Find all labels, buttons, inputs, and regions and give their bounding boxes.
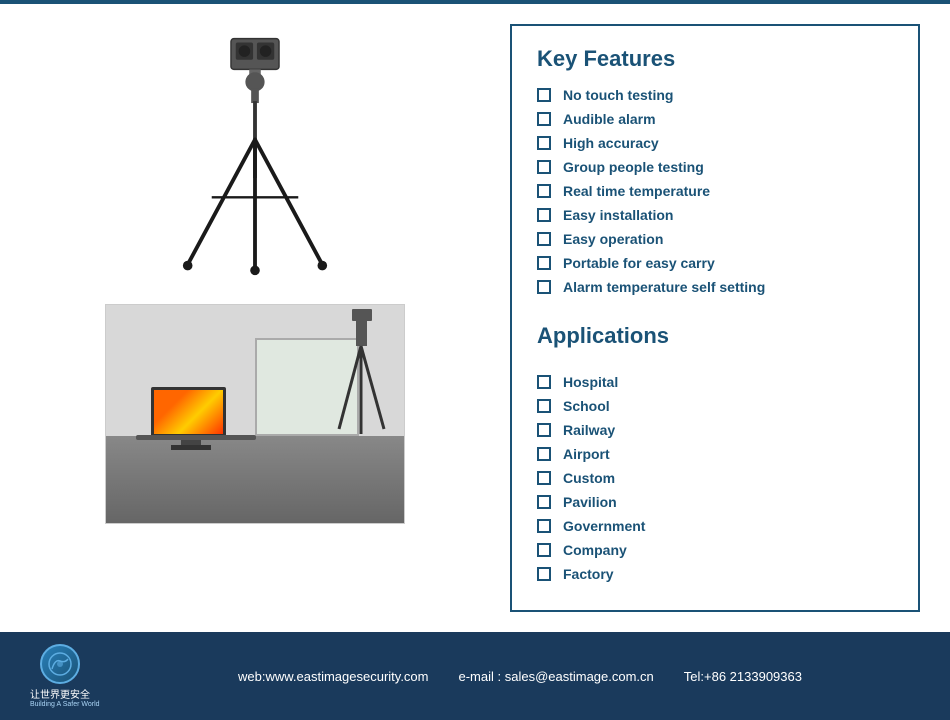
checkbox-icon <box>537 112 551 126</box>
applications-title: Applications <box>537 323 893 349</box>
app-label: Government <box>563 518 645 534</box>
room-scene <box>106 305 404 523</box>
logo-text: 让世界更安全 Building A Safer World <box>30 686 90 708</box>
feature-label: Easy operation <box>563 231 663 247</box>
checkbox-icon <box>537 471 551 485</box>
main-content: Key Features No touch testing Audible al… <box>0 4 950 632</box>
app-label: Airport <box>563 446 610 462</box>
checkbox-icon <box>537 543 551 557</box>
right-panel: Key Features No touch testing Audible al… <box>510 24 920 612</box>
footer-logo: 让世界更安全 Building A Safer World <box>30 644 90 708</box>
checkbox-icon <box>537 567 551 581</box>
logo-icon <box>40 644 80 684</box>
feature-label: Real time temperature <box>563 183 710 199</box>
logo-svg <box>47 651 73 677</box>
feature-label: High accuracy <box>563 135 659 151</box>
checkbox-icon <box>537 399 551 413</box>
feature-label: Alarm temperature self setting <box>563 279 765 295</box>
list-item: Government <box>537 518 893 534</box>
feature-list: No touch testing Audible alarm High accu… <box>537 87 893 303</box>
app-label: Pavilion <box>563 494 617 510</box>
key-features-title: Key Features <box>537 46 893 72</box>
footer-email: e-mail : sales@eastimage.com.cn <box>459 669 654 684</box>
checkbox-icon <box>537 447 551 461</box>
list-item: Easy operation <box>537 231 893 247</box>
footer: 让世界更安全 Building A Safer World web:www.ea… <box>0 632 950 720</box>
list-item: Factory <box>537 566 893 582</box>
app-label: Company <box>563 542 627 558</box>
checkbox-icon <box>537 375 551 389</box>
monitor-screen <box>151 387 226 437</box>
product-image <box>105 24 405 284</box>
list-item: Audible alarm <box>537 111 893 127</box>
checkbox-icon <box>537 136 551 150</box>
app-label: Custom <box>563 470 615 486</box>
checkbox-icon <box>537 519 551 533</box>
room-tripod-svg <box>334 309 389 439</box>
list-item: Airport <box>537 446 893 462</box>
logo-chinese: 让世界更安全 <box>30 686 90 701</box>
list-item: Hospital <box>537 374 893 390</box>
list-item: Company <box>537 542 893 558</box>
list-item: High accuracy <box>537 135 893 151</box>
app-label: Hospital <box>563 374 618 390</box>
list-item: Portable for easy carry <box>537 255 893 271</box>
list-item: Group people testing <box>537 159 893 175</box>
checkbox-icon <box>537 256 551 270</box>
app-label: Factory <box>563 566 614 582</box>
list-item: Pavilion <box>537 494 893 510</box>
checkbox-icon <box>537 423 551 437</box>
list-item: No touch testing <box>537 87 893 103</box>
logo-subtext: Building A Safer World <box>30 701 90 708</box>
checkbox-icon <box>537 184 551 198</box>
section-divider <box>537 303 893 323</box>
room-image <box>105 304 405 524</box>
monitor-base <box>171 445 211 450</box>
tripod-svg <box>155 29 355 279</box>
app-label: Railway <box>563 422 615 438</box>
list-item: Easy installation <box>537 207 893 223</box>
feature-label: No touch testing <box>563 87 673 103</box>
checkbox-icon <box>537 208 551 222</box>
list-item: Custom <box>537 470 893 486</box>
checkbox-icon <box>537 232 551 246</box>
checkbox-icon <box>537 495 551 509</box>
feature-label: Portable for easy carry <box>563 255 715 271</box>
footer-tel: Tel:+86 2133909363 <box>684 669 802 684</box>
room-floor <box>106 436 404 523</box>
left-panel <box>30 24 480 612</box>
footer-info: web:www.eastimagesecurity.com e-mail : s… <box>120 669 920 684</box>
list-item: Alarm temperature self setting <box>537 279 893 295</box>
small-divider <box>537 364 893 374</box>
checkbox-icon <box>537 88 551 102</box>
feature-label: Easy installation <box>563 207 673 223</box>
list-item: Real time temperature <box>537 183 893 199</box>
list-item: School <box>537 398 893 414</box>
feature-label: Group people testing <box>563 159 704 175</box>
desk <box>136 435 256 440</box>
checkbox-icon <box>537 280 551 294</box>
app-label: School <box>563 398 610 414</box>
list-item: Railway <box>537 422 893 438</box>
feature-label: Audible alarm <box>563 111 656 127</box>
footer-website: web:www.eastimagesecurity.com <box>238 669 429 684</box>
application-list: Hospital School Railway Airport Custom P… <box>537 374 893 590</box>
checkbox-icon <box>537 160 551 174</box>
